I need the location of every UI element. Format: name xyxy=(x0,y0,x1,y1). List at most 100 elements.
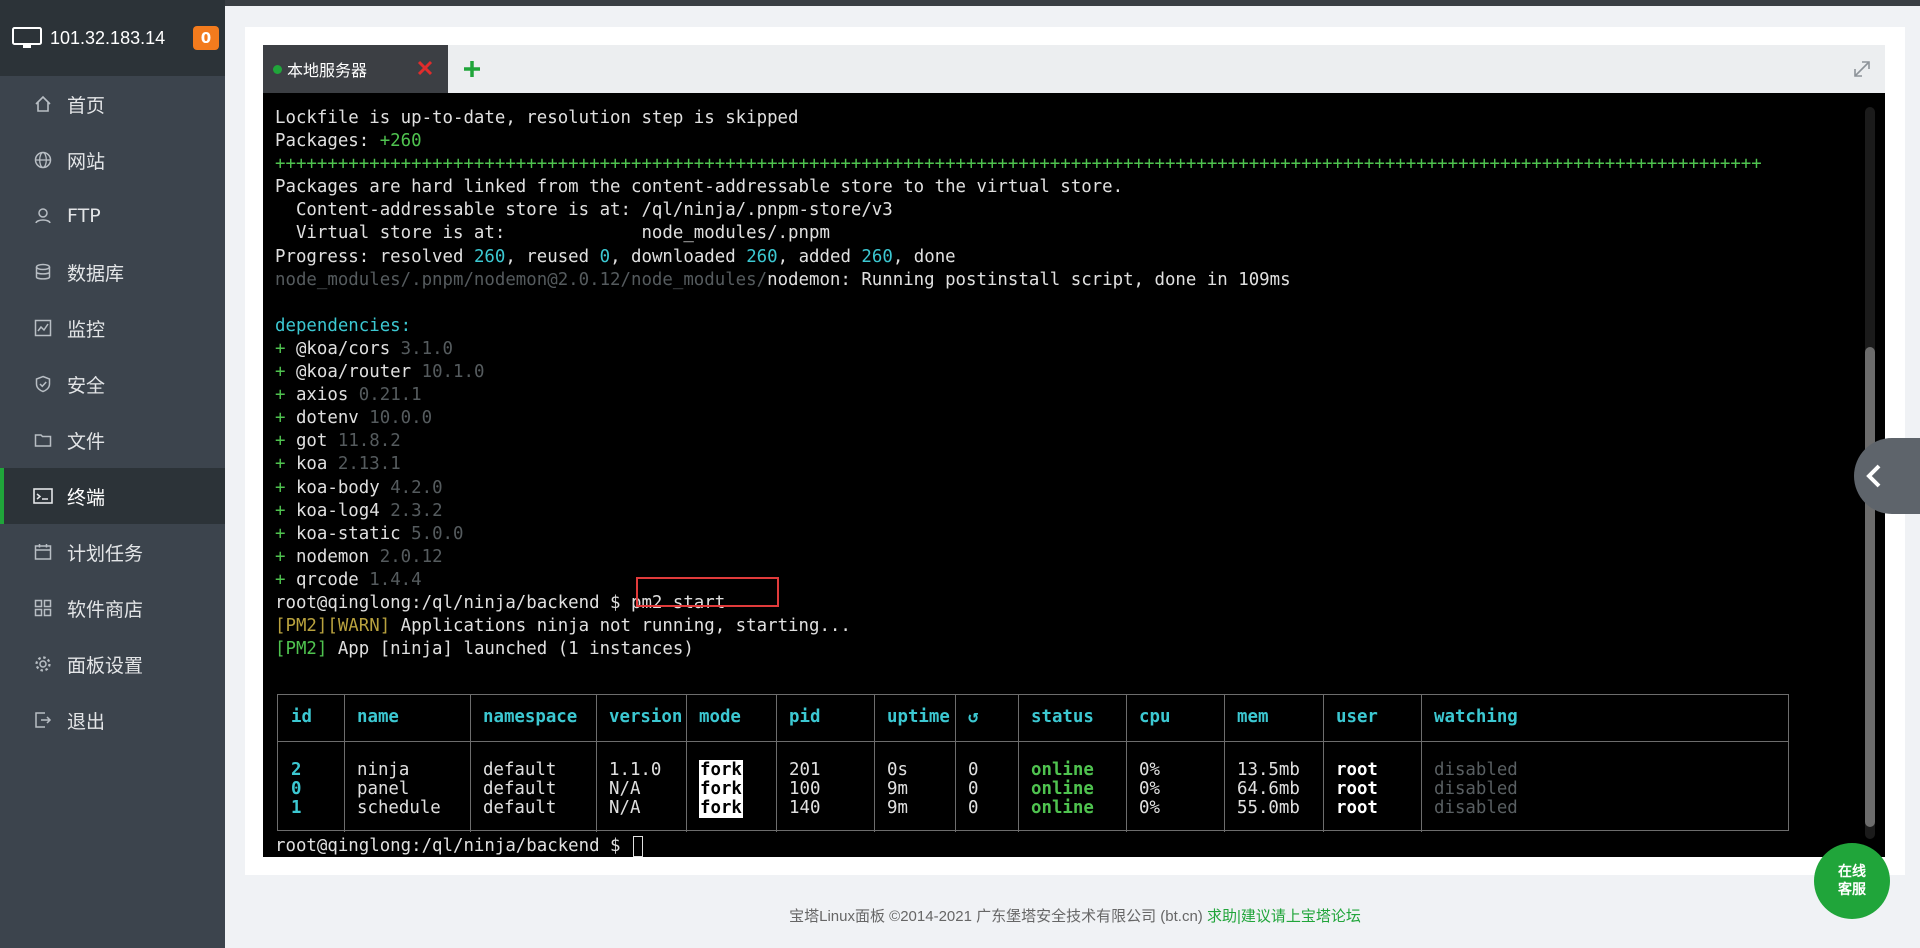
dependency-line: + koa-log4 2.3.2 xyxy=(275,500,1762,523)
online-service-button[interactable]: 在线 客服 xyxy=(1814,843,1890,919)
terminal-text: + xyxy=(275,408,296,429)
terminal-text: , reused xyxy=(505,246,600,267)
sidebar-item-website[interactable]: 网站 xyxy=(0,132,225,188)
terminal-text: + xyxy=(275,523,296,544)
table-column-divider xyxy=(776,695,777,832)
dependency-version: 3.1.0 xyxy=(400,338,454,359)
table-column-divider xyxy=(874,695,875,832)
sidebar-item-database[interactable]: 数据库 xyxy=(0,244,225,300)
forum-link[interactable]: 求助|建议请上宝塔论坛 xyxy=(1207,908,1361,925)
copyright-text: 宝塔Linux面板 ©2014-2021 广东堡塔安全技术有限公司 (bt.cn… xyxy=(789,908,1203,925)
status-dot-icon xyxy=(273,64,282,74)
sidebar-item-label: 数据库 xyxy=(67,262,125,285)
table-header-cell: user xyxy=(1336,707,1378,727)
add-tab-icon[interactable] xyxy=(460,57,484,81)
scrollbar-thumb[interactable] xyxy=(1865,347,1875,827)
dependency-name: koa-static xyxy=(295,523,401,544)
dependency-version: 5.0.0 xyxy=(411,523,464,544)
terminal-text: +260 xyxy=(379,131,422,152)
terminal-panel: 本地服务器 Lockfile is up-to-date, resolution… xyxy=(245,27,1905,875)
dependency-line: + qrcode 1.4.4 xyxy=(275,569,1762,592)
shell-prompt: root@qinglong:/ql/ninja/backend $ xyxy=(275,836,631,856)
footer: 宝塔Linux面板 ©2014-2021 广东堡塔安全技术有限公司 (bt.cn… xyxy=(245,905,1905,926)
mode-badge: fork xyxy=(699,779,743,799)
dependency-version: 1.4.4 xyxy=(369,569,422,590)
sidebar-item-label: 软件商店 xyxy=(67,598,144,621)
sidebar-item-home[interactable]: 首页 xyxy=(0,76,225,132)
table-cell: online xyxy=(1031,798,1094,818)
dependency-line: + koa-body 4.2.0 xyxy=(275,477,1762,500)
terminal-number: 260 xyxy=(473,246,506,267)
terminal-line: Packages: +260 xyxy=(275,130,1762,153)
terminal-text: , downloaded xyxy=(610,246,747,267)
sidebar-item-monitor[interactable]: 监控 xyxy=(0,300,225,356)
terminal-output[interactable]: Lockfile is up-to-date, resolution step … xyxy=(263,93,1885,857)
sidebar-item-label: 文件 xyxy=(67,430,106,453)
fullscreen-icon[interactable] xyxy=(1851,58,1873,80)
server-header: 101.32.183.14 0 xyxy=(0,0,225,76)
active-prompt[interactable]: root@qinglong:/ql/ninja/backend $ xyxy=(275,835,643,857)
pm2-process-table: id name namespace version mode pid uptime ↺ stat… xyxy=(277,694,1789,832)
dependency-name: koa xyxy=(295,454,328,475)
tab-local-server[interactable]: 本地服务器 xyxy=(263,45,448,93)
table-header-cell: ↺ xyxy=(968,707,979,727)
dependency-version: 10.0.0 xyxy=(369,408,433,429)
sidebar-nav: 首页 网站 FTP 数据库 监控 安全 文件 终端 计划任务 软件商店 面板设置… xyxy=(0,76,225,748)
sidebar-item-files[interactable]: 文件 xyxy=(0,412,225,468)
calendar-icon xyxy=(33,542,53,562)
sidebar-item-settings[interactable]: 面板设置 xyxy=(0,636,225,692)
terminal-text: nodemon: Running postinstall script, don… xyxy=(767,269,1291,290)
notification-badge[interactable]: 0 xyxy=(193,26,219,50)
dependency-version: 2.3.2 xyxy=(390,500,443,521)
sidebar-item-ftp[interactable]: FTP xyxy=(0,188,225,244)
table-header-cell: mode xyxy=(699,707,741,727)
table-cell: disabled xyxy=(1434,798,1518,818)
terminal-text: App [ninja] launched (1 instances) xyxy=(327,639,694,660)
table-header-cell: version xyxy=(609,707,683,727)
dependency-line: + koa-static 5.0.0 xyxy=(275,523,1762,546)
terminal-number: 0 xyxy=(599,246,611,267)
pm2-warn-tag: [PM2][WARN] xyxy=(275,616,391,637)
table-cell: 55.0mb xyxy=(1237,798,1300,818)
table-divider xyxy=(278,741,1788,742)
terminal-text: + xyxy=(275,385,296,406)
table-header-cell: namespace xyxy=(483,707,578,727)
sidebar-item-store[interactable]: 软件商店 xyxy=(0,580,225,636)
sidebar-item-security[interactable]: 安全 xyxy=(0,356,225,412)
table-cell: fork xyxy=(699,797,743,820)
table-column-divider xyxy=(1421,695,1422,832)
sidebar-item-label: 退出 xyxy=(67,710,106,733)
server-ip: 101.32.183.14 xyxy=(50,27,166,48)
sidebar-item-label: 网站 xyxy=(67,150,106,173)
sidebar-item-label: 安全 xyxy=(67,374,106,397)
terminal-text: + xyxy=(275,362,296,383)
table-column-divider xyxy=(596,695,597,832)
table-header-cell: id xyxy=(291,707,312,727)
table-cell: 0% xyxy=(1139,798,1160,818)
dependency-version: 11.8.2 xyxy=(337,431,401,452)
side-panel-toggle[interactable] xyxy=(1854,438,1920,514)
table-cell: root xyxy=(1336,798,1378,818)
terminal-text: + xyxy=(275,500,296,521)
mode-badge: fork xyxy=(699,760,743,780)
sidebar-item-logout[interactable]: 退出 xyxy=(0,692,225,748)
terminal-tabbar: 本地服务器 xyxy=(263,45,1885,93)
monitor-icon xyxy=(12,27,42,48)
ftp-icon xyxy=(33,206,53,226)
dependency-line: + @koa/cors 3.1.0 xyxy=(275,338,1762,361)
mode-badge: fork xyxy=(699,798,743,818)
gear-icon xyxy=(33,654,53,674)
shell-prompt: root@qinglong:/ql/ninja/backend $ xyxy=(275,592,631,613)
sidebar-item-terminal[interactable]: 终端 xyxy=(0,468,225,524)
terminal-line: ++++++++++++++++++++++++++++++++++++++++… xyxy=(275,154,1762,175)
dependency-name: qrcode xyxy=(295,569,359,590)
dependency-name: koa-body xyxy=(295,477,380,498)
command-highlight-box xyxy=(636,577,779,607)
close-icon[interactable] xyxy=(414,57,436,79)
service-label: 客服 xyxy=(1838,882,1866,898)
sidebar-item-cron[interactable]: 计划任务 xyxy=(0,524,225,580)
dependency-name: axios xyxy=(295,385,349,406)
table-cell: schedule xyxy=(357,798,441,818)
terminal-text: Packages: xyxy=(275,131,380,152)
